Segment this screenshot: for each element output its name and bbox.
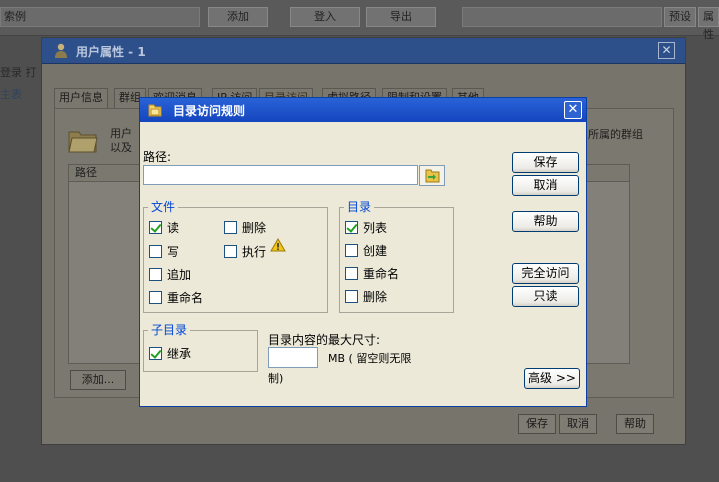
max-size-label: 目录内容的最大尺寸:	[268, 333, 381, 347]
user-window-add-button[interactable]: 添加...	[70, 370, 126, 390]
checkbox[interactable]	[149, 291, 162, 304]
path-input[interactable]	[143, 165, 418, 185]
file-append-checkbox[interactable]: 追加	[149, 266, 191, 283]
full-access-button[interactable]: 完全访问	[512, 263, 579, 284]
file-delete-label: 删除	[242, 221, 267, 235]
background-sidebar-text2: 主表	[0, 88, 22, 101]
cancel-button[interactable]: 取消	[512, 175, 579, 196]
background-export-button: 导出	[366, 7, 436, 27]
subdirectory-group-title: 子目录	[148, 323, 191, 337]
folder-icon	[68, 131, 98, 153]
inherit-checkbox[interactable]: 继承	[149, 345, 191, 362]
folder-lock-icon	[148, 104, 162, 117]
checkbox[interactable]	[149, 245, 162, 258]
background-sidebar-text: 登录 打	[0, 66, 37, 79]
dir-delete-checkbox[interactable]: 删除	[345, 288, 387, 305]
background-search-field: 索例	[0, 7, 200, 27]
max-size-unit-text-cont: 制)	[268, 372, 284, 385]
save-button[interactable]: 保存	[512, 152, 579, 173]
directory-group: 目录 列表 创建 重命名 删除	[339, 200, 454, 313]
user-icon	[55, 43, 67, 58]
folder-browse-icon	[425, 169, 440, 183]
user-window-cancel-button[interactable]: 取消	[559, 414, 597, 434]
dialog-close-button[interactable]: ✕	[564, 101, 582, 119]
checkbox[interactable]	[345, 267, 358, 280]
file-append-label: 追加	[167, 268, 192, 282]
background-add-button: 添加	[208, 7, 268, 27]
file-write-label: 写	[167, 245, 180, 259]
user-window-help-button[interactable]: 帮助	[616, 414, 654, 434]
files-group-title: 文件	[148, 200, 179, 214]
file-rename-checkbox[interactable]: 重命名	[149, 289, 203, 306]
browse-folder-button[interactable]	[419, 165, 445, 186]
file-read-label: 读	[167, 221, 180, 235]
warning-icon	[270, 238, 286, 252]
dir-delete-label: 删除	[363, 290, 388, 304]
background-sidebar: 登录 打 主表	[0, 64, 40, 102]
dir-rename-label: 重命名	[363, 267, 400, 281]
tab-user-info[interactable]: 用户信息	[54, 88, 108, 108]
file-read-checkbox[interactable]: 读	[149, 219, 179, 236]
user-window-save-button[interactable]: 保存	[518, 414, 556, 434]
inherit-label: 继承	[167, 347, 192, 361]
checkbox[interactable]	[345, 290, 358, 303]
background-login-button: 登入	[290, 7, 360, 27]
max-size-unit-text: MB ( 留空则无限	[328, 352, 412, 365]
background-field-right	[462, 7, 662, 27]
checkbox-checked[interactable]	[149, 347, 162, 360]
checkbox[interactable]	[224, 245, 237, 258]
user-window-close-button[interactable]: ✕	[658, 42, 675, 59]
dialog-titlebar: 目录访问规则 ✕	[140, 98, 586, 122]
dir-list-label: 列表	[363, 221, 388, 235]
checkbox[interactable]	[224, 221, 237, 234]
read-only-button[interactable]: 只读	[512, 286, 579, 307]
directory-group-title: 目录	[344, 200, 375, 214]
checkbox-checked[interactable]	[345, 221, 358, 234]
directory-access-rule-dialog: 目录访问规则 ✕ 路径: 文件 读 写 追加 重命名 删除 执行 目录 列表 创…	[139, 97, 587, 407]
file-execute-label: 执行	[242, 245, 267, 259]
advanced-button[interactable]: 高级 >>	[524, 368, 580, 389]
background-extra-button: 属性	[698, 7, 719, 41]
dir-create-label: 创建	[363, 244, 388, 258]
max-size-input[interactable]	[268, 347, 318, 368]
help-button[interactable]: 帮助	[512, 211, 579, 232]
checkbox[interactable]	[149, 268, 162, 281]
checkbox-checked[interactable]	[149, 221, 162, 234]
background-toolbar: 索例 添加 登入 导出 预设 属性	[0, 0, 719, 41]
user-window-title: 用户属性 - 1	[76, 45, 146, 59]
user-window-titlebar: 用户属性 - 1 ✕	[42, 38, 685, 64]
files-group: 文件 读 写 追加 重命名 删除 执行	[143, 200, 328, 313]
checkbox[interactable]	[345, 244, 358, 257]
path-label: 路径:	[143, 150, 172, 164]
file-write-checkbox[interactable]: 写	[149, 243, 179, 260]
file-delete-checkbox[interactable]: 删除	[224, 219, 266, 236]
background-preset-button: 预设	[664, 7, 696, 27]
subdirectory-group: 子目录 继承	[143, 323, 258, 372]
file-execute-checkbox[interactable]: 执行	[224, 243, 266, 260]
file-rename-label: 重命名	[167, 291, 204, 305]
user-window-info-text2: 以及	[110, 141, 132, 154]
dir-rename-checkbox[interactable]: 重命名	[345, 265, 399, 282]
dialog-title: 目录访问规则	[173, 104, 246, 118]
user-window-group-text: 所属的群组	[588, 128, 643, 141]
dir-list-checkbox[interactable]: 列表	[345, 219, 387, 236]
dir-create-checkbox[interactable]: 创建	[345, 242, 387, 259]
